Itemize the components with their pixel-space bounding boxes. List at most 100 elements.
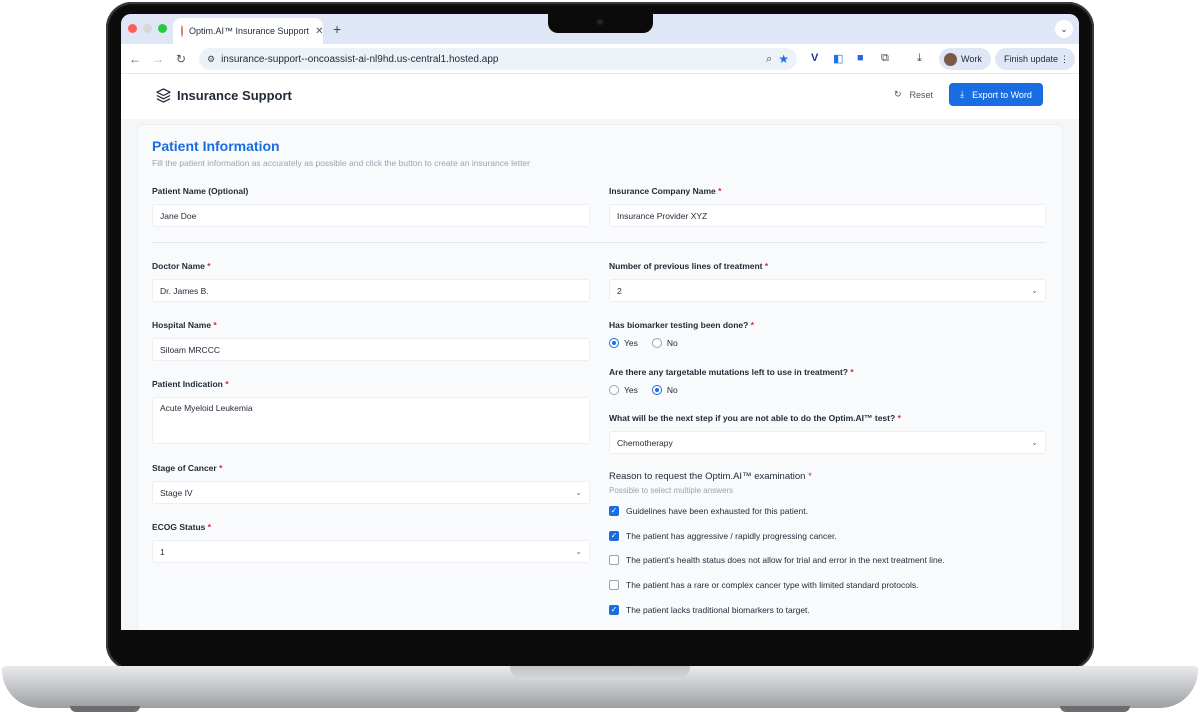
download-icon: ⤓ <box>960 89 965 99</box>
bookmark-star-icon[interactable]: ★ <box>778 52 789 66</box>
reset-icon: ↻ <box>894 89 902 99</box>
zoom-icon[interactable]: ⌕ <box>766 53 772 66</box>
hospital-name-label: Hospital Name * <box>152 320 217 330</box>
tab-favicon-icon <box>181 25 183 37</box>
tab-title: Optim.AI™ Insurance Support <box>189 26 310 36</box>
stage-of-cancer-select[interactable]: Stage IV ⌄ <box>152 481 590 504</box>
laptop-foot-left <box>70 706 140 712</box>
doctor-name-input[interactable]: Dr. James B. <box>152 279 590 302</box>
close-window-button[interactable] <box>128 24 137 33</box>
radio-label: No <box>666 385 678 395</box>
extension-square-icon[interactable]: ■ <box>857 52 864 64</box>
radio-empty-icon <box>609 385 619 395</box>
mutations-yes-radio[interactable]: Yes <box>609 385 638 395</box>
reason-option-2[interactable]: The patient’s health status does not all… <box>609 555 945 565</box>
patient-indication-value: Acute Myeloid Leukemia <box>160 403 253 413</box>
reason-option-1[interactable]: ✓ The patient has aggressive / rapidly pr… <box>609 531 837 541</box>
camera-icon <box>597 19 603 25</box>
patient-name-value: Jane Doe <box>160 210 197 221</box>
checkbox-checked-icon: ✓ <box>609 605 619 615</box>
reason-hint: Possible to select multiple answers <box>609 486 734 495</box>
stage-of-cancer-label: Stage of Cancer * <box>152 463 223 473</box>
next-step-select[interactable]: Chemotherapy ⌄ <box>609 431 1046 454</box>
chevron-down-icon: ⌄ <box>1031 286 1038 295</box>
patient-name-input[interactable]: Jane Doe <box>152 204 590 227</box>
radio-label: Yes <box>624 338 638 348</box>
maximize-window-button[interactable] <box>158 24 167 33</box>
mutations-no-radio[interactable]: No <box>651 385 678 395</box>
camera-notch <box>548 14 653 33</box>
chevron-down-icon: ⌄ <box>1031 438 1038 447</box>
reset-button[interactable]: ↻ Reset <box>894 89 933 100</box>
doctor-name-label: Doctor Name * <box>152 261 211 271</box>
next-step-label: What will be the next step if you are no… <box>609 413 901 423</box>
reason-option-3[interactable]: The patient has a rare or complex cancer… <box>609 580 918 590</box>
downloads-icon[interactable]: ⤓ <box>917 52 922 65</box>
patient-name-label: Patient Name (Optional) <box>152 186 249 196</box>
insurance-company-input[interactable]: Insurance Provider XYZ <box>609 204 1046 227</box>
brand-title: Insurance Support <box>177 88 292 103</box>
checkbox-checked-icon: ✓ <box>609 506 619 516</box>
tab-insurance-support[interactable]: Optim.AI™ Insurance Support ✕ <box>173 18 323 44</box>
new-tab-button[interactable]: + <box>333 21 341 37</box>
reason-option-0[interactable]: ✓ Guidelines have been exhausted for this… <box>609 506 808 516</box>
extension-v-icon[interactable]: V <box>811 52 818 64</box>
laptop-foot-right <box>1060 706 1130 712</box>
export-label: Export to Word <box>972 89 1032 100</box>
doctor-name-value: Dr. James B. <box>160 285 209 296</box>
tab-close-icon[interactable]: ✕ <box>315 26 323 37</box>
export-to-word-button[interactable]: ⤓ Export to Word <box>949 83 1043 106</box>
extensions-puzzle-icon[interactable]: ⧉ <box>881 52 889 65</box>
insurance-company-label: Insurance Company Name * <box>609 186 722 196</box>
chevron-down-icon: ⌄ <box>575 547 582 556</box>
avatar <box>944 52 957 66</box>
site-settings-icon[interactable]: ⚙ <box>207 54 215 65</box>
screen: Optim.AI™ Insurance Support ✕ + ⌄ ← → ↻ … <box>121 14 1079 630</box>
reload-icon[interactable]: ↻ <box>176 52 186 66</box>
address-bar[interactable]: ⚙ insurance-support--oncoassist-ai-nl9hd… <box>199 48 797 70</box>
reason-option-label: The patient’s health status does not all… <box>626 555 945 565</box>
reason-option-label: The patient lacks traditional biomarkers… <box>626 605 810 615</box>
minimize-window-button[interactable] <box>143 24 152 33</box>
form-divider <box>152 242 1046 243</box>
reason-option-label: The patient has a rare or complex cancer… <box>626 580 919 590</box>
tab-search-menu-button[interactable]: ⌄ <box>1055 20 1073 38</box>
ecog-status-value: 1 <box>160 546 165 557</box>
ecog-status-select[interactable]: 1 ⌄ <box>152 540 590 563</box>
hospital-name-value: Siloam MRCCC <box>160 344 220 355</box>
browser-toolbar: ← → ↻ ⚙ insurance-support--oncoassist-ai… <box>121 44 1079 74</box>
hospital-name-input[interactable]: Siloam MRCCC <box>152 338 590 361</box>
previous-lines-value: 2 <box>617 285 622 296</box>
previous-lines-label: Number of previous lines of treatment * <box>609 261 769 271</box>
checkbox-empty-icon <box>609 580 619 590</box>
finish-update-label: Finish update <box>1004 54 1059 64</box>
finish-update-button[interactable]: Finish update ⋮ <box>995 48 1075 70</box>
biomarker-yes-radio[interactable]: Yes <box>609 338 638 348</box>
app-header: Insurance Support ↻ Reset ⤓ Export to Wo… <box>121 75 1079 119</box>
profile-button[interactable]: Work <box>939 48 991 70</box>
reset-label: Reset <box>909 89 934 100</box>
url-text: insurance-support--oncoassist-ai-nl9hd.u… <box>221 53 499 65</box>
section-subtitle: Fill the patient information as accurate… <box>152 158 530 168</box>
biomarker-no-radio[interactable]: No <box>651 338 678 348</box>
patient-indication-textarea[interactable]: Acute Myeloid Leukemia <box>152 397 590 444</box>
checkbox-checked-icon: ✓ <box>609 531 619 541</box>
reason-option-label: Guidelines have been exhausted for this … <box>626 506 808 516</box>
targetable-mutations-radio-group: Yes No <box>609 385 678 395</box>
ecog-status-label: ECOG Status * <box>152 522 212 532</box>
forward-arrow-icon[interactable]: → <box>152 52 164 66</box>
chevron-down-icon: ⌄ <box>575 488 582 497</box>
layers-icon <box>156 88 171 103</box>
window-controls <box>128 24 167 33</box>
reason-option-4[interactable]: ✓ The patient lacks traditional biomarker… <box>609 605 810 615</box>
previous-lines-select[interactable]: 2 ⌄ <box>609 279 1046 302</box>
back-arrow-icon[interactable]: ← <box>129 52 141 66</box>
translate-extension-icon[interactable]: ◧ <box>833 52 843 65</box>
reason-label: Reason to request the Optim.AI™ examinat… <box>609 471 812 482</box>
more-menu-icon[interactable]: ⋮ <box>1060 54 1069 65</box>
stage-of-cancer-value: Stage IV <box>160 487 193 498</box>
laptop-base-notch <box>510 666 690 680</box>
reason-option-label: The patient has aggressive / rapidly pro… <box>626 531 837 541</box>
laptop-chin <box>121 630 1079 666</box>
brand[interactable]: Insurance Support <box>156 88 292 103</box>
